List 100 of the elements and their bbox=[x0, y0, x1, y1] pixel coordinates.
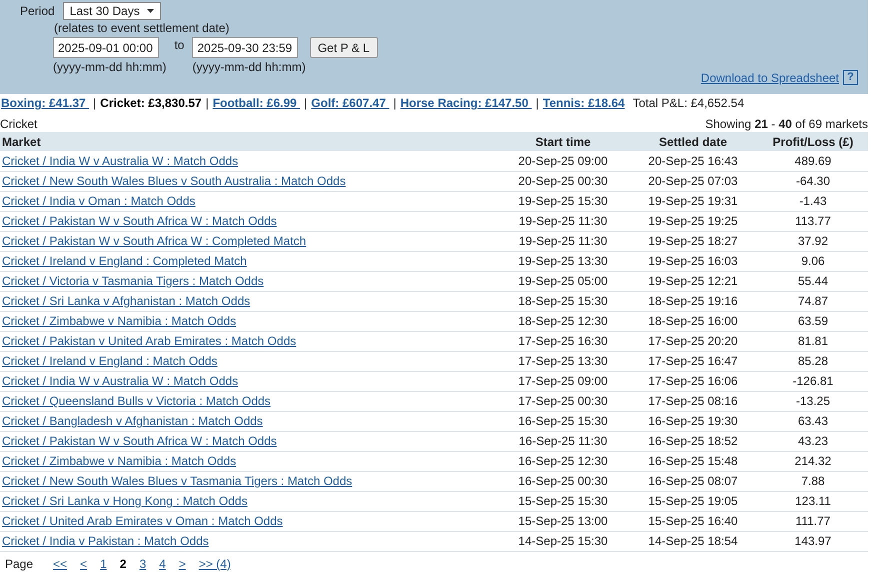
table-cell: 111.77 bbox=[758, 511, 868, 531]
table-cell: 18-Sep-25 15:30 bbox=[498, 291, 628, 311]
table-cell: 16-Sep-25 15:30 bbox=[498, 411, 628, 431]
table-cell: 20-Sep-25 07:03 bbox=[628, 171, 758, 191]
table-cell: 14-Sep-25 18:54 bbox=[628, 531, 758, 551]
table-cell: 43.23 bbox=[758, 431, 868, 451]
sport-tab[interactable]: Boxing: £41.37 bbox=[1, 96, 90, 110]
market-link[interactable]: Cricket / Pakistan W v South Africa W : Match Odds bbox=[2, 214, 277, 228]
table-cell: 19-Sep-25 19:25 bbox=[628, 211, 758, 231]
page-link[interactable]: << bbox=[53, 556, 68, 570]
table-cell: 19-Sep-25 12:21 bbox=[628, 271, 758, 291]
table-cell: 19-Sep-25 05:00 bbox=[498, 271, 628, 291]
table-cell: 17-Sep-25 08:16 bbox=[628, 391, 758, 411]
table-cell: 15-Sep-25 13:00 bbox=[498, 511, 628, 531]
page-link[interactable]: < bbox=[80, 556, 88, 570]
table-cell: 14-Sep-25 15:30 bbox=[498, 531, 628, 551]
table-cell: 16-Sep-25 12:30 bbox=[498, 451, 628, 471]
separator: | bbox=[206, 96, 209, 110]
download-link[interactable]: Download to Spreadsheet bbox=[700, 70, 839, 84]
market-link[interactable]: Cricket / Zimbabwe v Namibia : Match Odds bbox=[2, 314, 236, 328]
table-cell: 55.44 bbox=[758, 271, 868, 291]
table-cell: -64.30 bbox=[758, 171, 868, 191]
market-link[interactable]: Cricket / New South Wales Blues v Tasmania Tigers : Match Odds bbox=[2, 474, 352, 488]
table-cell: 17-Sep-25 00:30 bbox=[498, 391, 628, 411]
table-cell: 19-Sep-25 18:27 bbox=[628, 231, 758, 251]
table-cell: 17-Sep-25 20:20 bbox=[628, 331, 758, 351]
table-cell: 214.32 bbox=[758, 451, 868, 471]
from-date-field[interactable]: 2025-09-01 00:00 bbox=[53, 37, 159, 58]
table-cell: 63.43 bbox=[758, 411, 868, 431]
sport-tab[interactable]: Tennis: £18.64 bbox=[542, 96, 625, 110]
page-link[interactable]: 4 bbox=[159, 556, 166, 570]
page-label: Page bbox=[5, 556, 34, 570]
table-cell: 113.77 bbox=[758, 211, 868, 231]
market-link[interactable]: Cricket / Ireland v England : Completed Match bbox=[2, 254, 247, 268]
market-link[interactable]: Cricket / Queensland Bulls v Victoria : Match Odds bbox=[2, 394, 271, 408]
page-link[interactable]: >> (4) bbox=[198, 556, 231, 570]
table-cell: 16-Sep-25 08:07 bbox=[628, 471, 758, 491]
table-cell: 16-Sep-25 00:30 bbox=[498, 471, 628, 491]
market-link[interactable]: Cricket / India v Oman : Match Odds bbox=[2, 194, 196, 208]
table-cell: -13.25 bbox=[758, 391, 868, 411]
period-select[interactable]: Last 30 Days bbox=[62, 2, 161, 20]
period-label: Period bbox=[20, 4, 55, 18]
to-label: to bbox=[174, 38, 184, 52]
help-button[interactable]: ? bbox=[843, 70, 858, 85]
market-link[interactable]: Cricket / Ireland v England : Match Odds bbox=[2, 354, 218, 368]
table-cell: 20-Sep-25 16:43 bbox=[628, 151, 758, 171]
table-cell: 15-Sep-25 16:40 bbox=[628, 511, 758, 531]
table-cell: 19-Sep-25 11:30 bbox=[498, 211, 628, 231]
table-cell: 15-Sep-25 15:30 bbox=[498, 491, 628, 511]
market-link[interactable]: Cricket / Pakistan W v South Africa W : Match Odds bbox=[2, 434, 277, 448]
sport-tab[interactable]: Horse Racing: £147.50 bbox=[400, 96, 532, 110]
table-cell: 17-Sep-25 13:30 bbox=[498, 351, 628, 371]
market-link[interactable]: Cricket / India W v Australia W : Match Odds bbox=[2, 374, 238, 388]
to-date-field[interactable]: 2025-09-30 23:59 bbox=[192, 37, 298, 58]
table-cell: 19-Sep-25 19:31 bbox=[628, 191, 758, 211]
separator: | bbox=[393, 96, 396, 110]
market-link[interactable]: Cricket / Victoria v Tasmania Tigers : Match Odds bbox=[2, 274, 264, 288]
table-cell: 19-Sep-25 16:03 bbox=[628, 251, 758, 271]
table-cell: 16-Sep-25 19:30 bbox=[628, 411, 758, 431]
market-link[interactable]: Cricket / Pakistan W v South Africa W : Completed Match bbox=[2, 234, 306, 248]
market-link[interactable]: Cricket / Sri Lanka v Hong Kong : Match Odds bbox=[2, 494, 248, 508]
settlement-note: (relates to event settlement date) bbox=[54, 21, 230, 35]
market-link[interactable]: Cricket / Zimbabwe v Namibia : Match Odds bbox=[2, 454, 236, 468]
table-cell: 16-Sep-25 18:52 bbox=[628, 431, 758, 451]
market-link[interactable]: Cricket / New South Wales Blues v South Australia : Match Odds bbox=[2, 174, 346, 188]
table-cell: 489.69 bbox=[758, 151, 868, 171]
sport-tab[interactable]: Cricket: £3,830.57 bbox=[100, 96, 202, 110]
column-header: Start time bbox=[498, 132, 628, 151]
page-link[interactable]: 3 bbox=[139, 556, 146, 570]
page-link[interactable]: > bbox=[178, 556, 186, 570]
market-link[interactable]: Cricket / India v Pakistan : Match Odds bbox=[2, 534, 209, 548]
page-link[interactable]: 2 bbox=[120, 556, 126, 570]
separator: | bbox=[304, 96, 308, 110]
separator: | bbox=[536, 96, 539, 110]
table-cell: 16-Sep-25 15:48 bbox=[628, 451, 758, 471]
total-pl: Total P&L: £4,652.54 bbox=[632, 96, 744, 110]
table-cell: 18-Sep-25 16:00 bbox=[628, 311, 758, 331]
table-cell: 18-Sep-25 19:16 bbox=[628, 291, 758, 311]
table-cell: -126.81 bbox=[758, 371, 868, 391]
table-cell: 15-Sep-25 19:05 bbox=[628, 491, 758, 511]
table-cell: 63.59 bbox=[758, 311, 868, 331]
table-cell: 143.97 bbox=[758, 531, 868, 551]
page-link[interactable]: 1 bbox=[100, 556, 107, 570]
market-link[interactable]: Cricket / India W v Australia W : Match Odds bbox=[2, 154, 238, 168]
column-header: Market bbox=[0, 132, 498, 151]
market-link[interactable]: Cricket / United Arab Emirates v Oman : Match Odds bbox=[2, 514, 283, 528]
table-cell: 17-Sep-25 16:30 bbox=[498, 331, 628, 351]
table-cell: 19-Sep-25 11:30 bbox=[498, 231, 628, 251]
get-pl-button[interactable]: Get P & L bbox=[310, 37, 378, 58]
sport-tab[interactable]: Football: £6.99 bbox=[212, 96, 300, 110]
table-cell: 85.28 bbox=[758, 351, 868, 371]
market-link[interactable]: Cricket / Pakistan v United Arab Emirates : Match Odds bbox=[2, 334, 296, 348]
market-link[interactable]: Cricket / Sri Lanka v Afghanistan : Match Odds bbox=[2, 294, 250, 308]
table-cell: 37.92 bbox=[758, 231, 868, 251]
separator: | bbox=[93, 96, 96, 110]
table-cell: 20-Sep-25 00:30 bbox=[498, 171, 628, 191]
table-cell: 20-Sep-25 09:00 bbox=[498, 151, 628, 171]
sport-tab[interactable]: Golf: £607.47 bbox=[311, 96, 390, 110]
column-header: Profit/Loss (£) bbox=[758, 132, 868, 151]
market-link[interactable]: Cricket / Bangladesh v Afghanistan : Match Odds bbox=[2, 414, 263, 428]
